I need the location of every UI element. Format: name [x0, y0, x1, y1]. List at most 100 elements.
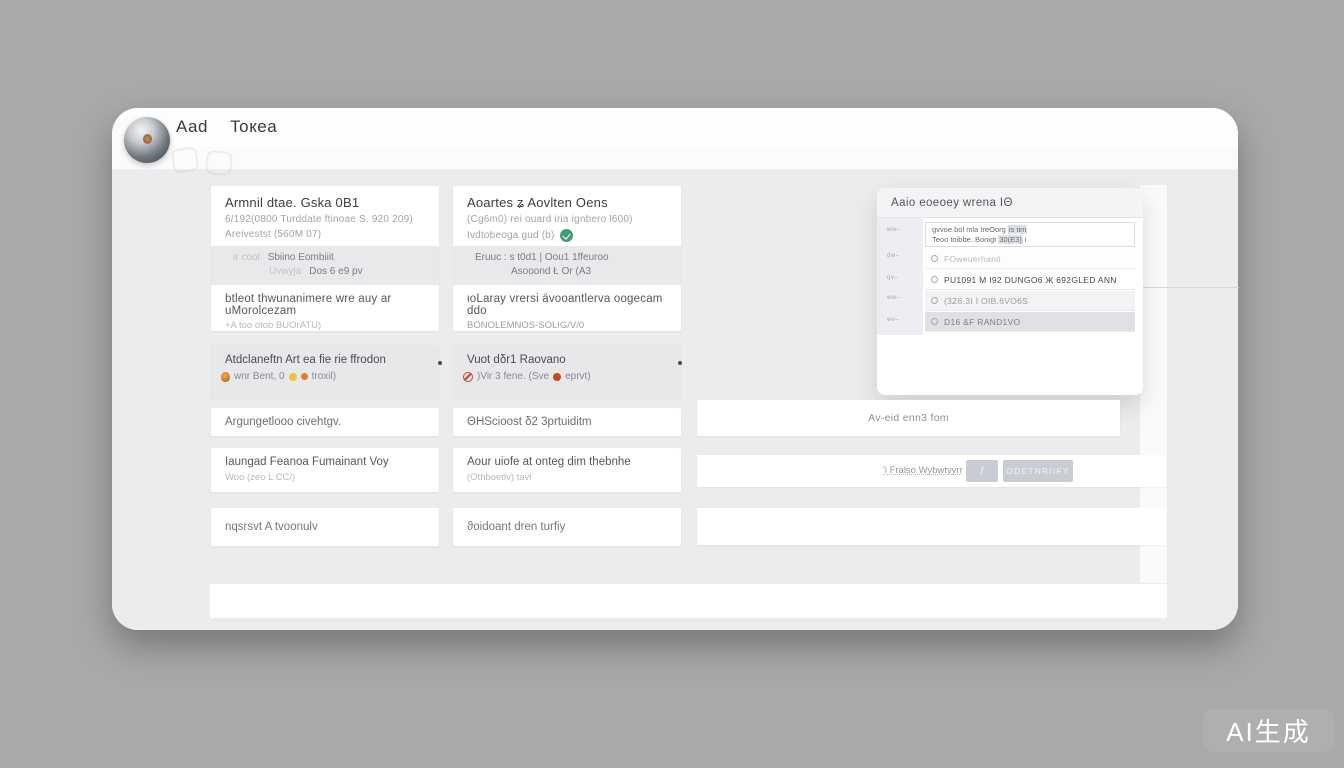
card-title: nqsrsvt A tvoonulv — [225, 521, 318, 533]
dropdown-panel: Aaio eoeoey wrena IΘ ww– dw– qv– ww– wv–… — [877, 188, 1143, 395]
window-sub-bar — [112, 147, 1238, 170]
bullet-dot-icon — [678, 361, 682, 365]
card-title: Vuot dδr1 Raovano — [453, 345, 681, 366]
rail-label: qv– — [887, 275, 898, 281]
rail-label: wv– — [887, 317, 899, 323]
rail-label: ww– — [887, 295, 901, 301]
card-title: Argungetlooo civehtgv. — [225, 416, 341, 428]
empty-state-label: Av-eid enn3 fom — [868, 412, 949, 424]
token-card[interactable]: Aour uiofe at onteg dim thebnhe (Othboet… — [453, 448, 681, 492]
app-avatar[interactable] — [124, 117, 170, 163]
empty-state-row[interactable]: Av-eid enn3 fom — [697, 400, 1120, 436]
dropdown-rail — [877, 218, 923, 335]
option-label: D16 &F RAND1VO — [944, 317, 1020, 327]
card-meta: Areivestst (560M 07) — [225, 229, 427, 240]
action-note: 'i Fralso Wybwtyyrr — [883, 465, 963, 476]
empty-card — [697, 508, 1167, 545]
card-status-text: eprvt) — [565, 371, 591, 382]
detail-value: Dos 6 e9 pv — [309, 266, 362, 277]
card-detail-section: ir cool Sbiino Eombiiit Uvwyja Dos 6 e9 … — [211, 246, 439, 285]
detail-label: Uvwyja — [269, 266, 301, 277]
action-bar: 'i Fralso Wybwtyyrr / ODETNRIIFY — [697, 455, 1167, 487]
radio-icon — [931, 318, 938, 325]
token-card[interactable]: Iaungad Feanoa Fumainant Voy Woo (zeo L … — [211, 448, 439, 492]
preview-text: gvvoe bol mla treOorg — [932, 225, 1006, 234]
card-status-text: wnr Bent, 0 — [234, 371, 285, 382]
card-title: Armnil dtae. Gska 0B1 — [225, 195, 427, 210]
token-card[interactable]: Armnil dtae. Gska 0B1 6/192(0800 Turddat… — [211, 186, 439, 285]
app-window: Aad Toкeа Armnil dtae. Gska 0B1 6/192(080… — [112, 108, 1238, 630]
red-dot-icon — [553, 373, 561, 381]
flame-icon — [221, 372, 230, 382]
radio-icon — [931, 255, 938, 262]
page-title: Aad Toкeа — [176, 117, 277, 137]
blocked-icon — [463, 372, 473, 382]
preview-text-highlight: 30(E3) — [998, 235, 1023, 244]
option-row[interactable]: (3Z6.3I I OIB.6VO6S — [925, 291, 1135, 311]
card-meta: (Cg6m0) rei ouard iria ignbero l600) — [467, 214, 669, 225]
option-label: FOweuerhanti — [944, 254, 1001, 264]
option-label: PU1091 M I92 DUNGO6 Ж 692GLED ANN — [944, 275, 1117, 285]
card-title: ΘHScioost δ2 3prtuiditm — [467, 416, 592, 428]
card-title: Atdclaneftn Art ea fie rie ffrodon — [211, 345, 439, 366]
card-status-text: )Vir 3 fene. (Sve — [477, 371, 549, 382]
orange-dot-icon — [301, 373, 308, 380]
token-card[interactable]: Argungetlooo civehtgv. — [211, 408, 439, 436]
page-title-word1: Aad — [176, 117, 208, 136]
secondary-button[interactable]: / — [966, 460, 998, 482]
suggestion-preview-row[interactable]: gvvoe bol mla treOorg is tim Teoo toibbe… — [925, 222, 1135, 247]
card-title: ϑoidoant dren turfiy — [467, 521, 565, 533]
detail-value: Asooond Ł Or (A3 — [511, 266, 591, 277]
detail-label: ir cool — [233, 252, 260, 263]
token-card[interactable]: ιoLaray vrersi ävooantlerva oogecam ddo … — [453, 285, 681, 331]
page-title-word2: Toкeа — [230, 117, 277, 136]
preview-text: Teoo toibbe. Bonigt — [932, 235, 996, 244]
card-title: Aoartes ʑ Aovlten Oens — [467, 195, 669, 210]
card-subtitle: BONOLEMNOS-SOLIG/V/0 — [453, 317, 681, 331]
option-row[interactable]: PU1091 M I92 DUNGO6 Ж 692GLED ANN — [925, 270, 1135, 290]
card-title: ιoLaray vrersi ävooantlerva oogecam ddo — [453, 285, 681, 317]
radio-icon — [931, 276, 938, 283]
yellow-dot-icon — [289, 373, 297, 381]
token-card[interactable]: btleot thwunanimere wre auy ar uMorolcez… — [211, 285, 439, 331]
token-card[interactable]: ΘHScioost δ2 3prtuiditm — [453, 408, 681, 436]
card-title: btleot thwunanimere wre auy ar uMorolcez… — [211, 285, 439, 317]
detail-value: Eruuc : s t0d1 | Oou1 1ffeuroo — [475, 252, 609, 263]
option-label: (3Z6.3I I OIB.6VO6S — [944, 296, 1028, 306]
ai-generated-watermark-text: AI生成 — [1226, 712, 1311, 749]
divider-line — [1138, 287, 1239, 288]
detail-value: Sbiino Eombiiit — [268, 252, 334, 263]
avatar-speck-icon — [143, 134, 152, 144]
bullet-dot-icon — [438, 361, 442, 365]
card-detail-section: Eruuc : s t0d1 | Oou1 1ffeuroo Asooond Ł… — [453, 246, 681, 285]
token-card[interactable]: Aoartes ʑ Aovlten Oens (Cg6m0) rei ouard… — [453, 186, 681, 285]
card-title: Iaungad Feanoa Fumainant Voy — [211, 448, 439, 468]
option-row-selected[interactable]: D16 &F RAND1VO — [925, 312, 1135, 332]
dropdown-panel-header: Aaio eoeoey wrena IΘ — [877, 188, 1143, 218]
card-subtitle: (Othboetlv) tavl — [453, 468, 681, 483]
window-title-bar — [112, 108, 1238, 147]
confirm-button[interactable]: ODETNRIIFY — [1003, 460, 1073, 482]
secondary-button-label: / — [980, 465, 983, 477]
rail-label: ww– — [887, 227, 901, 233]
preview-text-highlight: is tim — [1008, 225, 1028, 234]
glasses-watermark-icon — [170, 146, 199, 173]
preview-text: i — [1025, 235, 1027, 244]
option-row[interactable]: FOweuerhanti — [925, 249, 1135, 269]
card-title: Aour uiofe at onteg dim thebnhe — [453, 448, 681, 468]
token-card-highlighted[interactable]: Vuot dδr1 Raovano )Vir 3 fene. (Sve eprv… — [453, 345, 681, 398]
radio-icon — [931, 297, 938, 304]
verified-check-icon — [560, 229, 573, 242]
card-subtitle: Woo (zeo L CC/) — [211, 468, 439, 483]
card-meta: 6/192(0800 Turddate ftinoae S. 920 209) — [225, 214, 427, 225]
card-status-text: troxil) — [312, 371, 336, 382]
token-card[interactable]: ϑoidoant dren turfiy — [453, 508, 681, 546]
confirm-button-label: ODETNRIIFY — [1006, 466, 1069, 476]
ai-generated-watermark-badge: AI生成 — [1203, 709, 1334, 752]
token-card-highlighted[interactable]: Atdclaneftn Art ea fie rie ffrodon wnr B… — [211, 345, 439, 398]
footer-bar — [210, 584, 1167, 618]
card-meta: Ivdtobeoga gud (b) — [467, 230, 555, 241]
token-card[interactable]: nqsrsvt A tvoonulv — [211, 508, 439, 546]
rail-label: dw– — [887, 253, 900, 259]
card-subtitle: +A too otob BUOrATU) — [211, 317, 439, 331]
